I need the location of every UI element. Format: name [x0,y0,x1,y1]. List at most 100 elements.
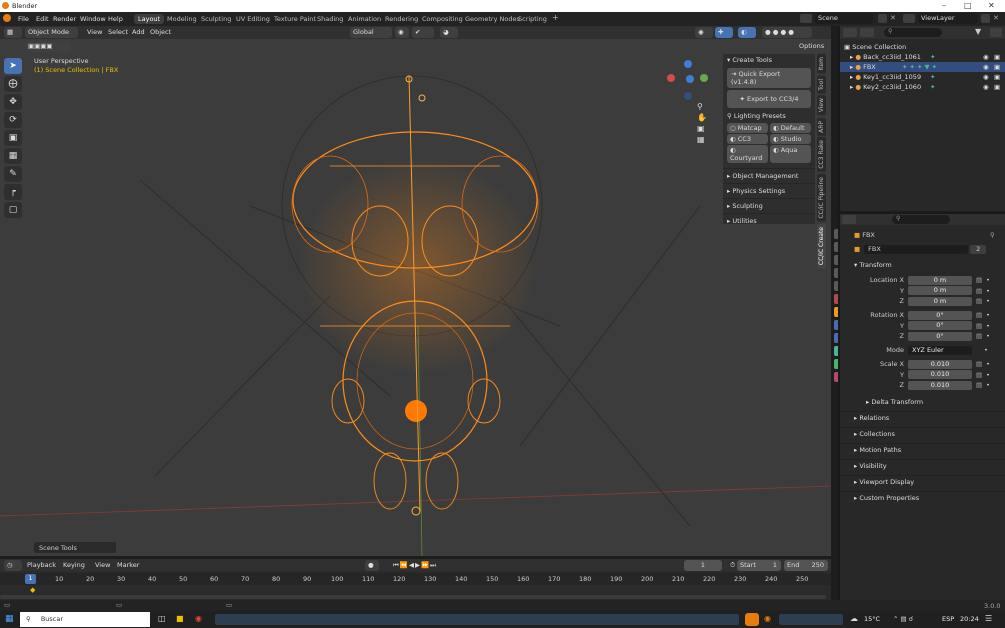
lighting-presets-header[interactable]: ⚲ Lighting Presets [723,110,815,122]
playhead[interactable]: 1 [25,574,36,584]
proportional-edit-icon[interactable]: ◕ [440,27,458,38]
maximize-icon[interactable]: □ [964,1,972,10]
rotation-y-field[interactable]: 0° [908,321,972,330]
scale-y-field[interactable]: 0.010 [908,370,972,379]
location-x-field[interactable]: 0 m [908,275,972,285]
weather-temp[interactable]: 15°C [864,615,880,623]
pin-icon[interactable]: ⚲ [990,231,995,239]
transform-panel-header[interactable]: ▾ Transform [840,259,1005,271]
scale-z-field[interactable]: 0.010 [908,380,972,390]
menu-edit[interactable]: Edit [33,14,52,24]
new-view-layer-icon[interactable] [981,14,990,23]
workspace-tab-modeling[interactable]: Modeling [163,14,201,24]
timeline-scrollbar[interactable] [0,595,826,599]
pivot-icon[interactable]: ◉ [395,27,409,38]
camera-render-icon[interactable]: ▣ [994,62,1000,72]
viewport-display-section[interactable]: ▸ Viewport Display [840,475,1005,488]
keyframe-dot-icon[interactable]: • [986,276,990,284]
eye-visible-icon[interactable]: ◉ [983,52,989,62]
collections-section[interactable]: ▸ Collections [840,427,1005,440]
eye-visible-icon[interactable]: ◉ [983,72,989,82]
options-button[interactable]: Options [796,41,827,52]
keyframe-dot-icon[interactable]: • [986,322,990,330]
rotation-x-field[interactable]: 0° [908,310,972,320]
overlays-icon[interactable]: ◐ [738,27,756,38]
tab-cc-ic-pipeline[interactable]: CC/iC Pipeline [817,174,826,222]
new-scene-icon[interactable] [878,14,887,23]
motion-paths-section[interactable]: ▸ Motion Paths [840,443,1005,456]
tab-tool[interactable]: Tool [817,75,826,94]
current-frame-field[interactable]: 1 [684,560,722,571]
gizmo-toggle-icon[interactable]: ✚ [715,27,733,38]
delete-view-layer-icon[interactable]: ✕ [993,14,999,22]
workspace-tab-layout[interactable]: Layout [134,14,165,24]
new-collection-icon[interactable] [990,28,1002,37]
timeline-menu-keying[interactable]: Keying [60,560,88,571]
keyframe-dot-icon[interactable]: • [986,360,990,368]
windows-start-icon[interactable]: ▦ [5,614,14,624]
move-tool-icon[interactable]: ✥ [4,94,22,110]
quick-export-button[interactable]: ⇥ Quick Export (v1.4.8) [727,68,811,88]
workspace-tab-scripting[interactable]: Scripting [514,14,551,24]
physics-settings-section[interactable]: ▸ Physics Settings [723,183,815,198]
browser-icon[interactable]: ◉ [195,614,202,623]
lock-icon[interactable]: ▤ [976,297,982,305]
taskbar-app-strip-2[interactable] [779,614,843,625]
camera-render-icon[interactable]: ▣ [994,52,1000,62]
clock[interactable]: 20:24 [960,615,979,623]
selection-mode-icons[interactable]: ▣▣▣▣ [25,41,71,52]
end-frame-field[interactable]: End 250 [784,560,828,571]
menu-help[interactable]: Help [105,14,126,24]
cc3-preset-button[interactable]: ◐ CC3 [727,134,768,144]
workspace-tab-sculpting[interactable]: Sculpting [197,14,235,24]
visibility-icon[interactable]: ◉ [695,27,713,38]
location-z-field[interactable]: 0 m [908,296,972,306]
rotate-tool-icon[interactable]: ⟳ [4,112,22,128]
object-datablock-icon[interactable]: ■ [854,245,860,253]
tab-cc3-rake[interactable]: CC3 Rake [817,137,826,173]
lock-icon[interactable]: ▤ [976,360,982,368]
custom-properties-section[interactable]: ▸ Custom Properties [840,491,1005,504]
lock-icon[interactable]: ▤ [976,276,982,284]
lock-icon[interactable]: ▤ [976,287,982,295]
add-cube-tool-icon[interactable]: ▢ [4,202,22,218]
rotation-z-field[interactable]: 0° [908,331,972,341]
file-explorer-icon[interactable]: ■ [176,614,184,623]
studio-preset-button[interactable]: ◐ Studio [770,134,811,144]
location-y-field[interactable]: 0 m [908,286,972,295]
task-view-icon[interactable]: ◫ [158,614,166,623]
pan-hand-icon[interactable]: ✋ [697,113,709,124]
snap-icon[interactable]: ✔ [412,27,434,38]
mode-selector[interactable]: Object Mode [25,27,78,38]
matcap-preset-button[interactable]: ○ Matcap [727,123,768,133]
outliner-search-input[interactable]: ⚲ [884,28,942,37]
aqua-preset-button[interactable]: ◐ Aqua [770,145,811,163]
3d-viewport[interactable]: User Perspective (1) Scene Collection | … [0,26,831,556]
timeline-menu-marker[interactable]: Marker [114,560,142,571]
timeline-editor-type-icon[interactable]: ◷ [4,560,22,571]
lock-icon[interactable]: ▤ [976,311,982,319]
blender-taskbar-icon[interactable] [745,613,759,626]
shading-modes-icon[interactable]: ● ● ● ● [762,27,812,38]
keyframe-dot-icon[interactable]: • [986,287,990,295]
cursor-tool-icon[interactable]: ⨁ [4,76,22,92]
frame-ruler[interactable]: 1 10 20 30 40 50 60 70 80 90 100 110 120… [0,573,831,585]
outliner-item[interactable]: ▸ ● Back_cc3iid_1061 ✦ ◉ ▣ [840,52,1005,62]
outliner-item[interactable]: ▸ ● Key1_cc3iid_1059 ✦ ◉ ▣ [840,72,1005,82]
transform-tool-icon[interactable]: ▦ [4,148,22,164]
menu-file[interactable]: File [15,14,32,24]
zoom-icon[interactable]: ⚲ [697,102,709,113]
object-management-section[interactable]: ▸ Object Management [723,168,815,183]
tab-cc-ic-create[interactable]: CC/iC Create [817,223,826,269]
app-taskbar-icon[interactable]: ◉ [764,614,771,623]
view-layer-selector[interactable]: ViewLayer [918,13,978,24]
keyframe-dot-icon[interactable]: • [986,311,990,319]
sculpting-section[interactable]: ▸ Sculpting [723,198,815,213]
lock-icon[interactable]: ▤ [976,322,982,330]
delta-transform-section[interactable]: ▸ Delta Transform [840,396,1005,408]
viewport-menu-view[interactable]: View [84,27,105,38]
menu-render[interactable]: Render [50,14,79,24]
eye-visible-icon[interactable]: ◉ [983,82,989,92]
default-preset-button[interactable]: ◐ Default [770,123,811,133]
viewport-menu-select[interactable]: Select [105,27,131,38]
